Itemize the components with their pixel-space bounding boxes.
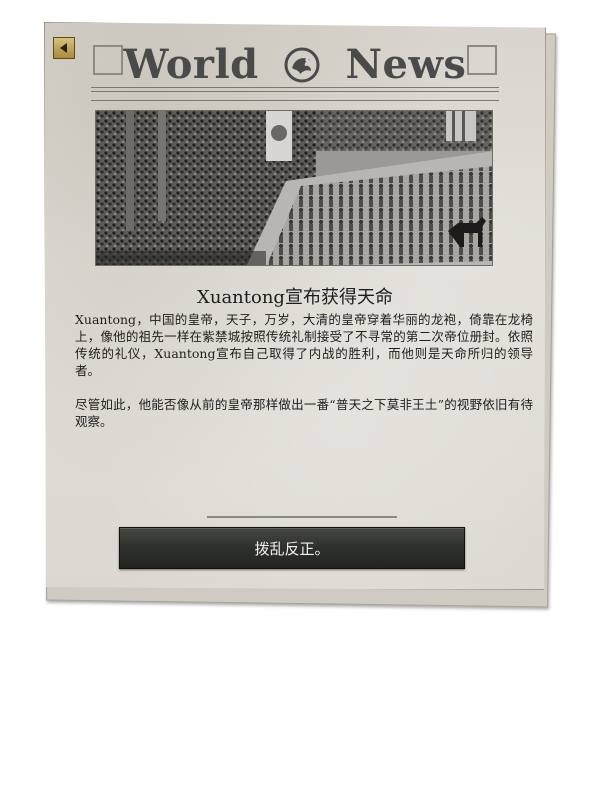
- news-headline: Xuantong宣布获得天命: [197, 287, 393, 308]
- news-photo: [95, 110, 493, 266]
- masthead-title-left: World: [123, 41, 259, 88]
- button-divider: [207, 516, 397, 518]
- parade-photo: [96, 111, 492, 265]
- news-article: Xuantong，中国的皇帝，天子，万岁，大清的皇帝穿着华丽的龙袍，倚靠在龙椅上…: [75, 311, 533, 447]
- event-option-button[interactable]: 拨乱反正。: [119, 527, 465, 569]
- article-paragraph: Xuantong，中国的皇帝，天子，万岁，大清的皇帝穿着华丽的龙袍，倚靠在龙椅上…: [75, 312, 533, 378]
- masthead: World News: [91, 39, 499, 89]
- dragon-emblem-icon: [284, 47, 320, 83]
- masthead-title-right: News: [345, 41, 467, 88]
- article-paragraph: 尽管如此，他能否像从前的皇帝那样做出一番“普天之下莫非王土”的视野依旧有待观察。: [75, 397, 533, 429]
- newspaper-sheet: World News Xuantong宣布获得天命 Xuantong，中国的皇帝…: [44, 22, 546, 590]
- back-arrow-icon: [60, 43, 67, 53]
- masthead-rule: [91, 87, 499, 88]
- back-button[interactable]: [53, 37, 75, 59]
- masthead-title: World News: [91, 39, 499, 88]
- event-option-label: 拨乱反正。: [254, 539, 330, 558]
- masthead-rule: [91, 100, 499, 101]
- masthead-rule: [91, 91, 499, 92]
- masthead-right-box: [467, 45, 497, 75]
- news-event-window: World News Xuantong宣布获得天命 Xuantong，中国的皇帝…: [44, 22, 556, 608]
